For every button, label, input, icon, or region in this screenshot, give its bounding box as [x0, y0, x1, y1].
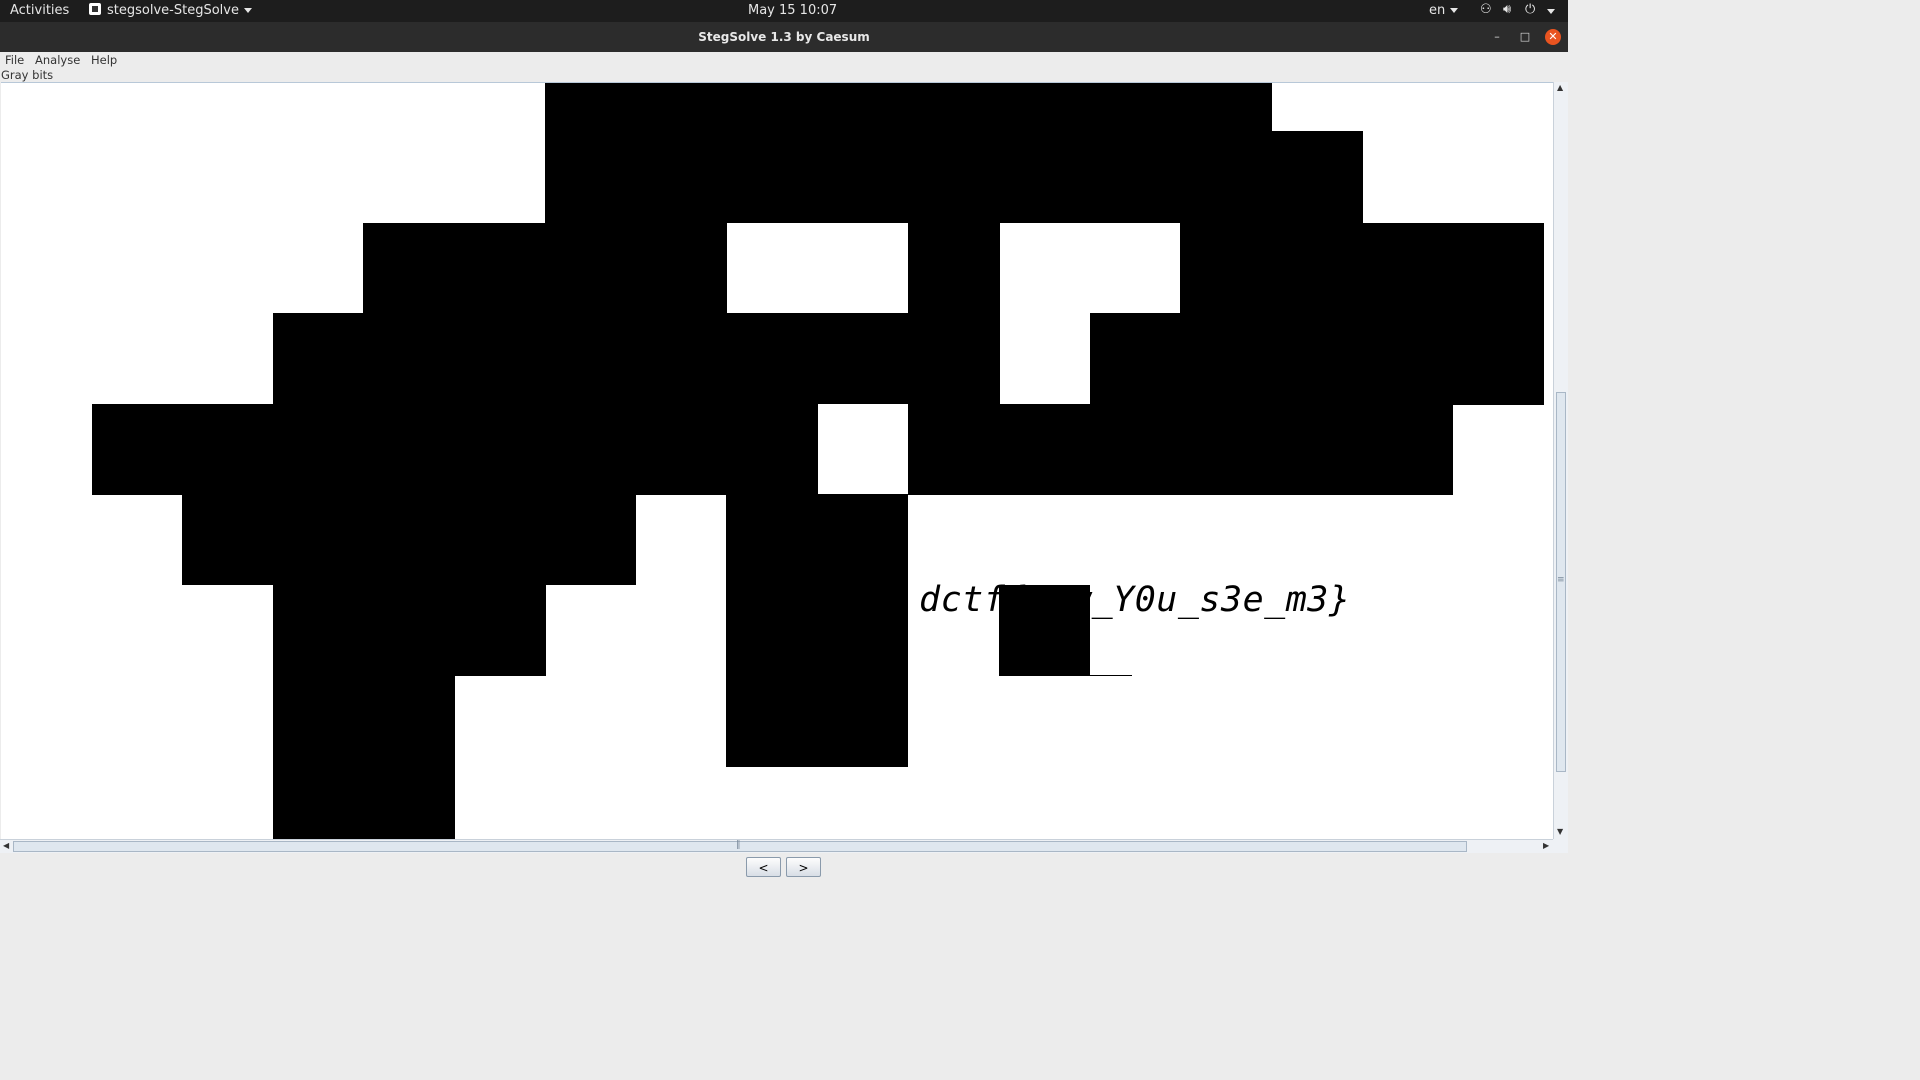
language-label: en [1429, 3, 1446, 18]
window-title: StegSolve 1.3 by Caesum [698, 30, 870, 44]
image-block [273, 313, 1544, 405]
image-viewport[interactable]: dctf{N0w_Y0u_s3e_m3} [1, 82, 1553, 840]
image-underline [1090, 675, 1132, 676]
clock[interactable]: May 15 10:07 [748, 3, 837, 18]
minimize-button[interactable]: – [1488, 28, 1506, 46]
power-icon[interactable]: ⏻ [1525, 2, 1535, 17]
vertical-scrollbar[interactable]: ▲ ≡ ▼ [1553, 82, 1568, 839]
image-block [273, 675, 455, 840]
image-hole [1000, 313, 1090, 404]
scrollbar-corner [1553, 839, 1568, 853]
image-block [182, 494, 636, 585]
app-icon [89, 3, 101, 15]
next-plane-button[interactable]: > [786, 857, 821, 877]
image-block [1271, 131, 1363, 223]
image-hole [1000, 223, 1180, 313]
language-menu[interactable]: en [1429, 3, 1459, 18]
hidden-flag-text: dctf{N0w_Y0u_s3e_m3} [919, 580, 1351, 620]
horizontal-scrollbar[interactable]: ◀ ‖ ▶ [0, 839, 1568, 853]
network-icon[interactable]: ⚇ [1480, 2, 1492, 17]
chevron-down-icon [243, 8, 252, 13]
chevron-down-icon [1450, 8, 1459, 13]
image-hole [818, 404, 908, 494]
system-top-bar: Activities stegsolve-StegSolve May 15 10… [0, 0, 1568, 22]
scroll-right-arrow-icon[interactable]: ▶ [1543, 841, 1549, 851]
image-hole [727, 223, 908, 313]
scroll-up-arrow-icon[interactable]: ▲ [1557, 83, 1563, 93]
close-button[interactable]: ✕ [1545, 29, 1561, 45]
volume-icon[interactable]: 🔊︎ [1503, 2, 1511, 17]
image-block [363, 223, 1544, 314]
activities-button[interactable]: Activities [10, 3, 69, 18]
navigation-bar: < > [0, 853, 1568, 882]
window-titlebar[interactable]: StegSolve 1.3 by Caesum – □ ✕ [0, 22, 1568, 52]
menu-help[interactable]: Help [91, 53, 117, 67]
menu-file[interactable]: File [5, 53, 24, 67]
image-block [726, 494, 908, 767]
grip-icon: ≡ [1557, 575, 1565, 585]
app-menu[interactable]: stegsolve-StegSolve [89, 3, 252, 18]
scroll-left-arrow-icon[interactable]: ◀ [3, 841, 9, 851]
grip-icon: ‖ [736, 840, 741, 850]
image-block [273, 584, 546, 676]
bit-plane-label: Gray bits [1, 68, 54, 82]
maximize-button[interactable]: □ [1516, 28, 1534, 46]
scroll-down-arrow-icon[interactable]: ▼ [1557, 827, 1563, 837]
app-menu-label: stegsolve-StegSolve [107, 3, 239, 18]
image-block [92, 404, 1453, 495]
previous-plane-button[interactable]: < [746, 857, 781, 877]
system-menu-chevron-icon[interactable] [1547, 9, 1555, 14]
menu-analyse[interactable]: Analyse [35, 53, 80, 67]
image-block [545, 83, 1272, 223]
menu-bar: File Analyse Help [0, 52, 1568, 68]
